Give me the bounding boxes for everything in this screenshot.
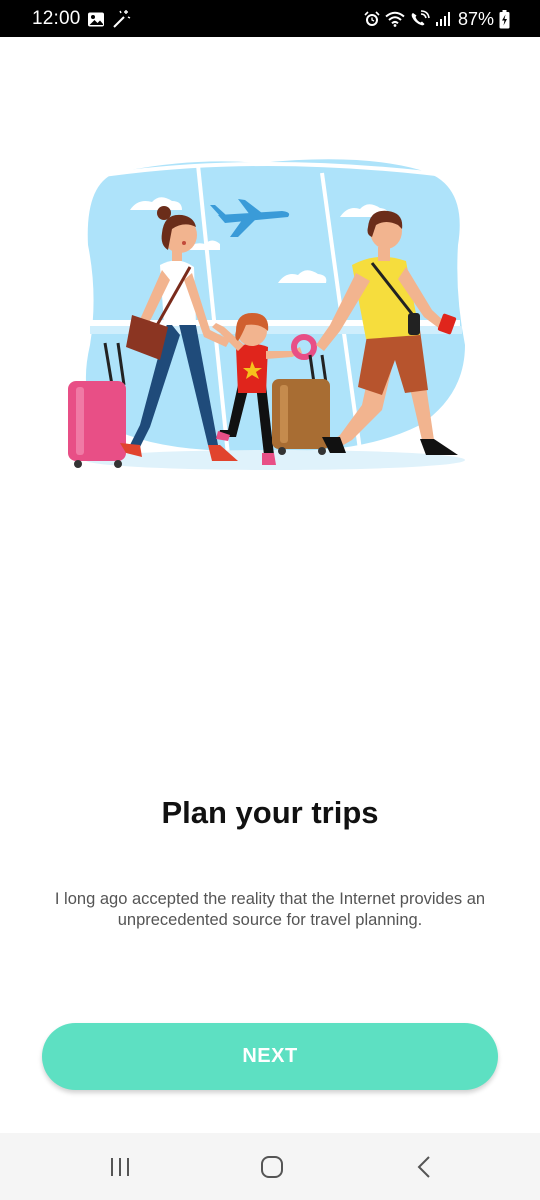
home-icon	[261, 1156, 283, 1178]
page-description: I long ago accepted the reality that the…	[54, 890, 486, 929]
back-button[interactable]	[404, 1151, 444, 1183]
status-bar: 12:00 87%	[0, 0, 540, 37]
battery-charging-icon	[499, 9, 510, 28]
system-nav-bar	[0, 1133, 540, 1200]
page-title: Plan your trips	[161, 795, 379, 830]
next-button-label: NEXT	[242, 1045, 298, 1067]
status-time: 12:00	[32, 8, 81, 29]
onboarding-screen: 12:00 87% Plan your trips I long ago acc…	[0, 0, 540, 1200]
status-left-icons	[87, 9, 131, 29]
back-icon	[417, 1156, 430, 1178]
next-button[interactable]: NEXT	[42, 1023, 498, 1090]
home-button[interactable]	[252, 1151, 292, 1183]
recent-apps-button[interactable]	[100, 1151, 140, 1183]
wifi-icon	[385, 11, 405, 27]
battery-percent: 87%	[457, 8, 494, 29]
alarm-icon	[364, 11, 380, 26]
magic-wand-icon	[113, 10, 131, 28]
family-travel-illustration	[68, 159, 465, 470]
status-right-icons: 87%	[364, 8, 510, 30]
wifi-calling-icon	[411, 10, 430, 26]
image-icon	[88, 12, 104, 26]
signal-icon	[435, 12, 450, 26]
recent-apps-icon	[111, 1158, 129, 1176]
